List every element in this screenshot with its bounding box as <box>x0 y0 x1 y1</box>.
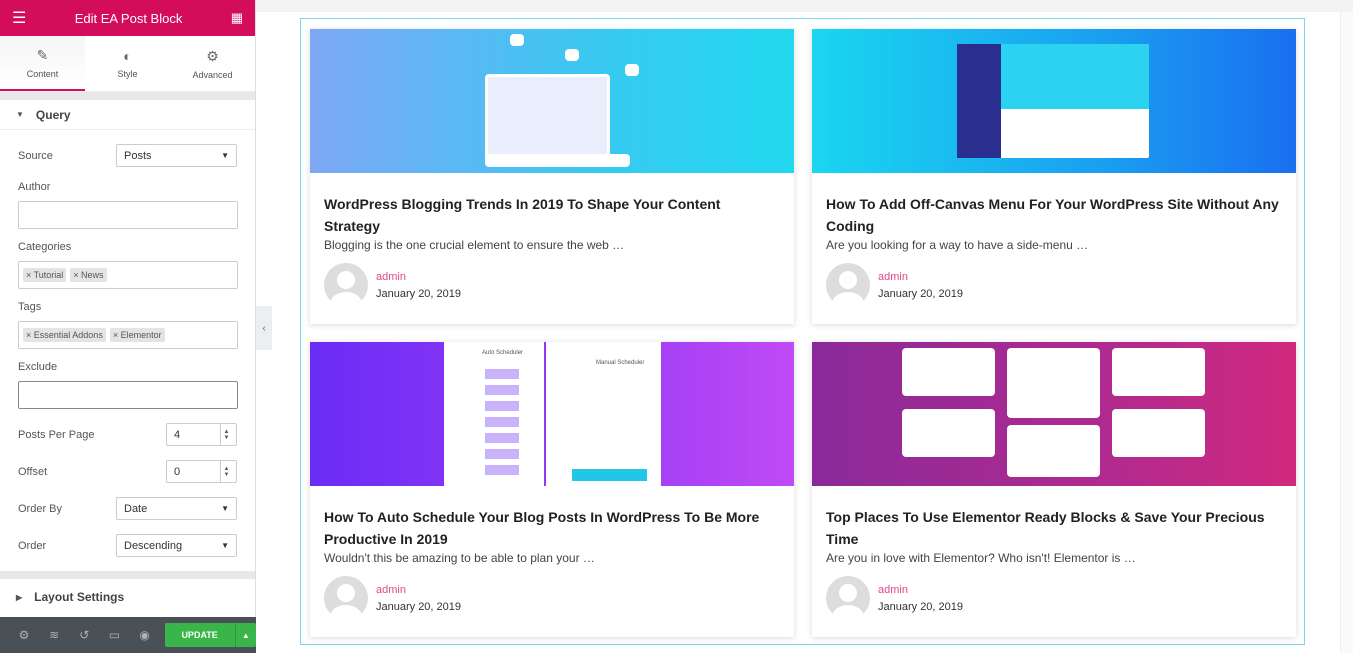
post-author[interactable]: admin <box>376 271 461 283</box>
avatar <box>826 263 870 307</box>
panel-title: Edit EA Post Block <box>74 10 183 26</box>
chevron-down-icon: ▼ <box>221 541 229 550</box>
order-by-label: Order By <box>18 502 63 515</box>
tag-label: News <box>81 270 104 280</box>
post-excerpt: Are you looking for a way to have a side… <box>826 238 1089 252</box>
update-button[interactable]: UPDATE <box>164 623 235 647</box>
editor-panel: ☰ Edit EA Post Block ▦ ✎ Content ◐ Style ⚙… <box>0 0 256 653</box>
tag-chip[interactable]: × Elementor <box>109 328 165 342</box>
post-date: January 20, 2019 <box>878 600 964 613</box>
post-title[interactable]: How To Add Off-Canvas Menu For Your Word… <box>826 193 1282 237</box>
post-author[interactable]: admin <box>376 584 461 596</box>
post-thumbnail[interactable] <box>812 29 1296 173</box>
stepper[interactable]: ▲ ▼ <box>220 461 232 482</box>
scrollbar[interactable] <box>1340 12 1353 653</box>
desktop-icon[interactable]: ▭ <box>99 628 129 642</box>
post-date: January 20, 2019 <box>376 287 462 300</box>
canvas-top-bar <box>256 0 1353 12</box>
tab-content[interactable]: ✎ Content <box>0 36 85 91</box>
source-select[interactable]: Posts ▼ <box>116 144 237 167</box>
exclude-input[interactable] <box>18 381 238 409</box>
tag-chip[interactable]: × Tutorial <box>23 268 67 282</box>
hamburger-icon[interactable]: ☰ <box>12 8 26 28</box>
tag-chip[interactable]: × Essential Addons <box>23 328 106 342</box>
post-date: January 20, 2019 <box>878 287 964 300</box>
post-excerpt: Wouldn't this be amazing to be able to p… <box>324 551 595 565</box>
tags-input[interactable]: × Essential Addons × Elementor <box>18 321 238 349</box>
posts-per-page-label: Posts Per Page <box>18 428 95 441</box>
post-thumbnail[interactable] <box>310 29 794 173</box>
chevron-down-icon: ▼ <box>221 151 229 160</box>
tab-label: Content <box>26 68 59 79</box>
posts-per-page-value: 4 <box>174 428 181 441</box>
order-label: Order <box>18 539 47 552</box>
post-excerpt: Blogging is the one crucial element to e… <box>324 238 625 252</box>
tab-style[interactable]: ◐ Style <box>85 36 170 91</box>
post-title[interactable]: WordPress Blogging Trends In 2019 To Sha… <box>324 193 780 237</box>
post-card: WordPress Blogging Trends In 2019 To Sha… <box>310 29 794 324</box>
offset-value: 0 <box>174 465 181 478</box>
caret-down-icon: ▼ <box>16 110 24 119</box>
collapse-panel-button[interactable]: ‹ <box>256 306 272 350</box>
tag-label: Essential Addons <box>33 330 103 340</box>
post-card: Auto Scheduler Manual Scheduler How To A… <box>310 342 794 637</box>
tab-label: Advanced <box>192 69 233 80</box>
post-date: January 20, 2019 <box>376 600 462 613</box>
categories-label: Categories <box>18 241 72 253</box>
post-title[interactable]: Top Places To Use Elementor Ready Blocks… <box>826 506 1282 550</box>
exclude-label: Exclude <box>18 361 58 373</box>
post-title[interactable]: How To Auto Schedule Your Blog Posts In … <box>324 506 780 550</box>
tags-label: Tags <box>18 301 42 313</box>
categories-input[interactable]: × Tutorial × News <box>18 261 238 289</box>
order-by-value: Date <box>124 502 148 515</box>
tab-advanced[interactable]: ⚙ Advanced <box>170 36 255 91</box>
source-value: Posts <box>124 149 152 162</box>
pencil-icon: ✎ <box>36 46 49 63</box>
offset-input[interactable]: 0 ▲ ▼ <box>166 460 237 483</box>
author-input[interactable] <box>18 201 238 229</box>
post-excerpt: Are you in love with Elementor? Who isn'… <box>826 551 1136 565</box>
order-select[interactable]: Descending ▼ <box>116 534 237 557</box>
post-thumbnail[interactable]: Auto Scheduler Manual Scheduler <box>310 342 794 486</box>
section-title: Layout Settings <box>34 590 125 604</box>
stepper[interactable]: ▲ ▼ <box>220 424 232 445</box>
avatar <box>324 576 368 620</box>
history-icon[interactable]: ↺ <box>69 628 99 642</box>
thumbnail-text: Auto Scheduler <box>482 350 524 356</box>
panel-footer: ⚙ ≋ ↺ ▭ ◉ UPDATE ▲ <box>0 617 256 653</box>
section-query[interactable]: ▼ Query <box>0 100 255 130</box>
update-options-button[interactable]: ▲ <box>234 623 256 647</box>
order-value: Descending <box>124 539 183 552</box>
tag-label: Tutorial <box>33 270 64 280</box>
post-author[interactable]: admin <box>878 584 963 596</box>
panel-header: ☰ Edit EA Post Block ▦ <box>0 0 255 36</box>
source-label: Source <box>18 149 53 162</box>
caret-right-icon: ▶ <box>16 592 23 602</box>
post-card: How To Add Off-Canvas Menu For Your Word… <box>812 29 1296 324</box>
avatar <box>826 576 870 620</box>
post-author[interactable]: admin <box>878 271 963 283</box>
eye-icon[interactable]: ◉ <box>130 628 160 642</box>
thumbnail-text: Manual Scheduler <box>596 360 645 366</box>
gear-icon[interactable]: ⚙ <box>9 628 39 642</box>
author-label: Author <box>18 181 51 193</box>
section-layout-settings[interactable]: ▶ Layout Settings <box>0 579 255 615</box>
tag-chip[interactable]: × News <box>70 268 107 282</box>
gear-icon: ⚙ <box>206 47 219 64</box>
chevron-down-icon: ▼ <box>221 504 229 513</box>
post-card: Top Places To Use Elementor Ready Blocks… <box>812 342 1296 637</box>
layers-icon[interactable]: ≋ <box>39 628 69 642</box>
posts-per-page-input[interactable]: 4 ▲ ▼ <box>166 423 237 446</box>
order-by-select[interactable]: Date ▼ <box>116 497 237 520</box>
tab-label: Style <box>117 69 138 79</box>
post-thumbnail[interactable] <box>812 342 1296 486</box>
avatar <box>324 263 368 307</box>
tag-label: Elementor <box>120 330 162 340</box>
offset-label: Offset <box>18 465 48 478</box>
contrast-icon: ◐ <box>123 48 132 64</box>
grid-icon[interactable]: ▦ <box>231 10 243 26</box>
section-title: Query <box>35 107 71 122</box>
